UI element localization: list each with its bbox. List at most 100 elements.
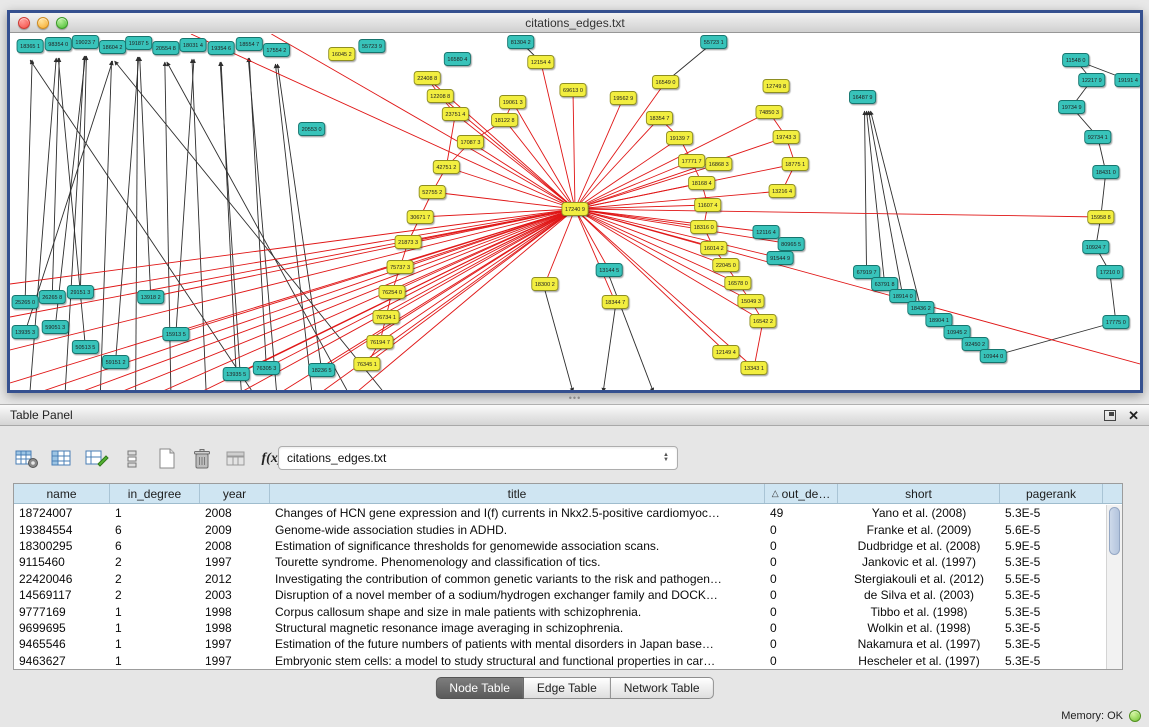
citation-network-graph[interactable]: 19061 369613 019562 918354 719139 717771… [10,34,1140,390]
graph-node[interactable]: 11548 0 [1063,54,1089,67]
graph-node[interactable]: 75737 3 [387,261,413,274]
graph-node[interactable]: 30671 7 [407,211,433,224]
window-titlebar[interactable]: citations_edges.txt [10,13,1140,33]
graph-node[interactable]: 16549 0 [652,76,678,89]
table-row[interactable]: 969969511998Structural magnetic resonanc… [14,620,1106,636]
graph-node[interactable]: 18316 0 [691,221,717,234]
graph-node[interactable]: 12116 4 [753,226,779,239]
column-header-short[interactable]: short [838,484,1000,503]
column-header-in_degree[interactable]: in_degree [110,484,200,503]
graph-node[interactable]: 17240 9 [562,203,588,216]
column-header-pagerank[interactable]: pagerank [1000,484,1103,503]
graph-node[interactable]: 13216 4 [769,185,795,198]
graph-node[interactable]: 81304 2 [508,36,534,49]
graph-node[interactable]: 59051 3 [42,321,68,334]
graph-node[interactable]: 76254 0 [379,286,405,299]
network-table-selector[interactable]: citations_edges.txt ▲▼ [278,446,678,470]
graph-node[interactable]: 18344 7 [602,296,628,309]
graph-node[interactable]: 10945 2 [944,326,970,339]
graph-node[interactable]: 10924 7 [1083,241,1109,254]
graph-node[interactable]: 80965 5 [778,238,804,251]
graph-node[interactable]: 17771 7 [679,155,705,168]
graph-node[interactable]: 19187 5 [126,37,152,50]
column-header-name[interactable]: name [14,484,110,503]
graph-node[interactable]: 15958 8 [1088,211,1114,224]
graph-node[interactable]: 18904 1 [926,314,952,327]
float-panel-icon[interactable] [1104,410,1116,421]
delete-column-icon[interactable] [189,447,215,471]
column-header-title[interactable]: title [270,484,765,503]
graph-node[interactable]: 15049 3 [738,295,764,308]
table-row[interactable]: 1456911722003Disruption of a novel membe… [14,587,1106,603]
graph-node[interactable]: 29151 3 [67,286,93,299]
graph-node[interactable]: 18436 2 [908,302,934,315]
table-mode-icon[interactable] [14,447,40,471]
graph-node[interactable]: 18300 2 [532,278,558,291]
graph-node[interactable]: 18554 7 [236,38,262,51]
graph-node[interactable]: 18365 1 [17,40,43,53]
column-header-year[interactable]: year [200,484,270,503]
column-header-out_de[interactable]: △out_de… [765,484,838,503]
graph-node[interactable]: 55723 1 [701,36,727,49]
graph-node[interactable]: 13935 5 [223,368,249,381]
graph-node[interactable]: 19061 3 [500,96,526,109]
graph-node[interactable]: 67919 7 [853,266,879,279]
table-row[interactable]: 2242004622012Investigating the contribut… [14,571,1106,587]
graph-node[interactable]: 19023 7 [72,36,98,49]
graph-node[interactable]: 16578 0 [725,277,751,290]
graph-node[interactable]: 42751 2 [433,161,459,174]
graph-node[interactable]: 13343 1 [741,362,767,375]
graph-node[interactable]: 18031 4 [180,39,206,52]
table-row[interactable]: 1872400712008Changes of HCN gene express… [14,505,1106,521]
tab-node-table[interactable]: Node Table [435,677,524,699]
graph-node[interactable]: 18354 7 [646,112,672,125]
table-row[interactable]: 911546021997Tourette syndrome. Phenomeno… [14,554,1106,570]
graph-node[interactable]: 11607 4 [695,199,721,212]
tab-edge-table[interactable]: Edge Table [524,677,611,699]
table-row[interactable]: 977716911998Corpus callosum shape and si… [14,603,1106,619]
graph-node[interactable]: 21873 3 [395,236,421,249]
tab-network-table[interactable]: Network Table [611,677,714,699]
graph-node[interactable]: 16487 9 [849,91,875,104]
graph-node[interactable]: 69613 0 [560,84,586,97]
zoom-window-icon[interactable] [56,17,68,29]
graph-node[interactable]: 50513 5 [72,341,98,354]
graph-node[interactable]: 16014 2 [701,242,727,255]
close-panel-icon[interactable]: ✕ [1128,410,1139,421]
graph-node[interactable]: 17554 2 [263,44,289,57]
graph-node[interactable]: 98354 0 [45,38,71,51]
graph-node[interactable]: 22045 0 [713,259,739,272]
graph-node[interactable]: 74850 3 [756,106,782,119]
graph-node[interactable]: 13935 3 [12,326,38,339]
graph-node[interactable]: 18168 4 [689,177,715,190]
graph-node[interactable]: 12149 4 [713,346,739,359]
graph-node[interactable]: 22408 8 [414,72,440,85]
graph-node[interactable]: 76194 7 [367,336,393,349]
network-canvas[interactable]: 19061 369613 019562 918354 719139 717771… [10,34,1140,390]
graph-node[interactable]: 19354 6 [208,42,234,55]
graph-node[interactable]: 63791 8 [872,278,898,291]
graph-node[interactable]: 55723 9 [359,40,385,53]
import-table-icon[interactable] [224,447,250,471]
graph-node[interactable]: 18775 1 [782,158,808,171]
graph-node[interactable]: 26265 8 [39,291,65,304]
graph-node[interactable]: 76734 1 [373,311,399,324]
graph-node[interactable]: 19743 3 [773,131,799,144]
graph-node[interactable]: 16868 3 [706,158,732,171]
graph-node[interactable]: 92450 2 [962,338,988,351]
graph-node[interactable]: 12217 9 [1079,74,1105,87]
graph-node[interactable]: 13144 5 [596,264,622,277]
panel-divider-handle[interactable]: ••• [566,395,584,402]
graph-node[interactable]: 25265 0 [12,296,38,309]
scrollbar-thumb[interactable] [1109,507,1120,555]
graph-node[interactable]: 91544 9 [767,252,793,265]
graph-node[interactable]: 10944 0 [980,350,1006,363]
graph-node[interactable]: 59151 2 [102,356,128,369]
graph-node[interactable]: 13918 2 [138,291,164,304]
graph-node[interactable]: 20553 0 [299,123,325,136]
graph-node[interactable]: 20554 8 [153,42,179,55]
graph-node[interactable]: 92734 1 [1085,131,1111,144]
row-options-icon[interactable] [119,447,145,471]
close-window-icon[interactable] [18,17,30,29]
create-column-icon[interactable] [154,447,180,471]
